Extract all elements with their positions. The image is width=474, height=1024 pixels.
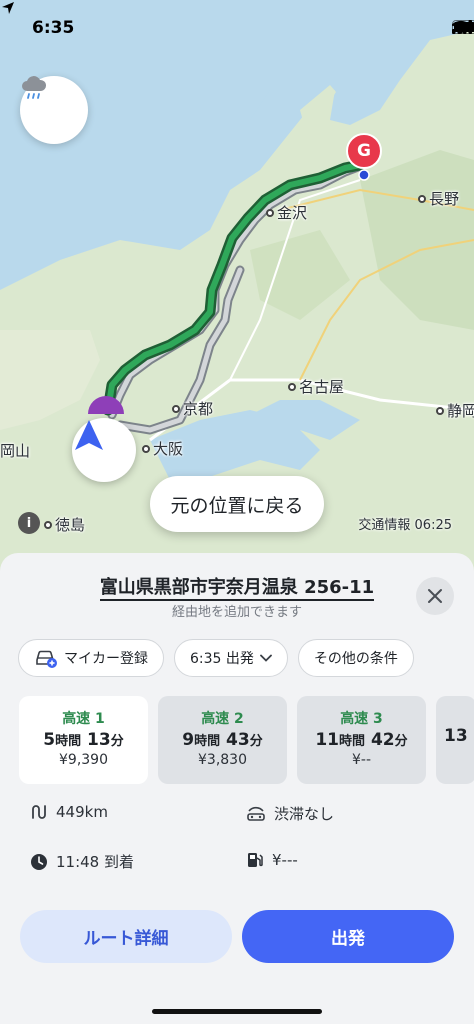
return-to-location-button[interactable]: 元の位置に戻る xyxy=(150,476,324,532)
fuel-value: ¥--- xyxy=(272,851,298,869)
route-fare: ¥-- xyxy=(351,752,371,768)
route-card-2[interactable]: 高速 2 9時間 43分 ¥3,830 xyxy=(158,696,287,784)
start-button[interactable]: 出発 xyxy=(242,910,454,963)
close-icon xyxy=(428,589,442,603)
map-label-okayama: 岡山 xyxy=(0,442,31,460)
route-card-1[interactable]: 高速 1 5時間 13分 ¥9,390 xyxy=(19,696,148,784)
traffic-info-label: 交通情報 06:25 xyxy=(358,518,452,533)
route-card-4[interactable]: 13 xyxy=(436,696,474,784)
option-chips: マイカー登録 6:35 出発 その他の条件 xyxy=(18,639,414,677)
clock-icon xyxy=(31,853,47,870)
location-arrow-icon xyxy=(2,2,14,14)
route-duration: 9時間 43分 xyxy=(182,730,263,750)
battery-icon xyxy=(452,20,474,34)
distance-stat: 449km xyxy=(30,803,108,821)
departure-time-chip[interactable]: 6:35 出発 xyxy=(174,639,288,677)
map-label-nagano: 長野 xyxy=(418,188,459,209)
map-view[interactable]: 金沢 長野 名古屋 京都 大阪 静岡 岡山 徳島 6:35 G 元の位置に戻る … xyxy=(0,0,474,600)
route-sheet: 富山県黒部市宇奈月温泉 256-11 経由地を追加できます マイカー登録 6:3… xyxy=(0,553,474,1024)
add-waypoint-hint[interactable]: 経由地を追加できます xyxy=(0,601,474,620)
close-button[interactable] xyxy=(416,577,454,615)
route-duration: 5時間 13分 xyxy=(43,730,124,750)
mycar-register-label: マイカー登録 xyxy=(64,651,148,667)
map-label-kyoto: 京都 xyxy=(172,398,213,419)
route-duration: 11時間 42分 xyxy=(315,730,408,750)
route-fare: ¥3,830 xyxy=(198,752,247,768)
route-type: 高速 1 xyxy=(62,711,105,727)
traffic-stat: 渋滞なし xyxy=(246,803,334,824)
map-label-nagoya: 名古屋 xyxy=(288,376,344,397)
current-location-marker[interactable] xyxy=(72,418,136,482)
map-label-kanazawa: 金沢 xyxy=(266,202,307,223)
navigation-arrow-icon xyxy=(75,420,103,450)
traffic-value: 渋滞なし xyxy=(274,805,335,823)
route-detail-button[interactable]: ルート詳細 xyxy=(20,910,232,963)
fuel-pump-icon xyxy=(248,853,263,867)
other-conditions-label: その他の条件 xyxy=(313,651,398,667)
route-duration: 13 xyxy=(444,726,468,746)
map-label-osaka: 大阪 xyxy=(142,438,183,459)
map-label-shizuoka: 静岡 xyxy=(436,400,474,421)
fuel-stat: ¥--- xyxy=(246,851,298,869)
other-conditions-chip[interactable]: その他の条件 xyxy=(297,639,414,677)
arrival-stat: 11:48 到着 xyxy=(30,851,134,872)
route-options: 高速 1 5時間 13分 ¥9,390 高速 2 9時間 43分 ¥3,830 … xyxy=(19,696,474,784)
departure-time-label: 6:35 出発 xyxy=(190,651,254,667)
mycar-register-chip[interactable]: マイカー登録 xyxy=(18,639,164,677)
status-time: 6:35 xyxy=(32,18,75,38)
home-indicator[interactable] xyxy=(152,1009,322,1014)
traffic-icon xyxy=(247,806,265,821)
route-fare: ¥9,390 xyxy=(59,752,108,768)
status-bar: 6:35 xyxy=(0,0,474,56)
arrival-value: 11:48 到着 xyxy=(56,853,134,871)
map-label-tokushima: 徳島 xyxy=(44,514,85,535)
rain-cloud-icon xyxy=(22,76,47,99)
distance-value: 449km xyxy=(56,803,108,821)
goal-marker[interactable]: G xyxy=(346,133,382,169)
info-icon[interactable]: i xyxy=(18,512,40,534)
route-type: 高速 2 xyxy=(201,711,244,727)
route-card-3[interactable]: 高速 3 11時間 42分 ¥-- xyxy=(297,696,426,784)
destination-title[interactable]: 富山県黒部市宇奈月温泉 256-11 xyxy=(0,573,474,601)
weather-button[interactable] xyxy=(20,76,88,144)
route-distance-icon xyxy=(32,805,46,819)
chevron-down-icon xyxy=(259,654,272,662)
car-add-icon xyxy=(36,650,57,668)
route-type: 高速 3 xyxy=(340,711,383,727)
